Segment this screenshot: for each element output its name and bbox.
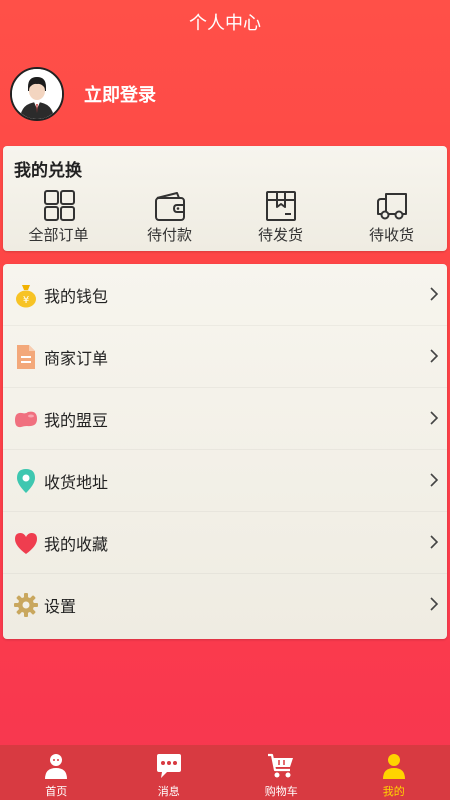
bottom-tab-bar: 首页 消息 购物车 我的 [0,745,450,800]
chevron-right-icon [430,597,439,611]
pending-shipment-button[interactable]: 待发货 [225,190,336,246]
box-icon [265,191,296,221]
menu-item-label: 我的盟豆 [44,411,109,430]
menu-item-label: 我的收藏 [44,535,109,554]
menu-item-label: 设置 [44,597,77,616]
chevron-right-icon [430,535,439,549]
exchange-item-label: 全部订单 [28,226,89,244]
menu-item-address[interactable]: 收货地址 [3,450,447,512]
menu-item-label: 商家订单 [44,349,109,368]
bean-icon [13,406,39,432]
order-status-grid: 全部订单 待付款 待发货 待收货 [3,190,447,246]
menu-item-merchant-orders[interactable]: 商家订单 [3,326,447,388]
svg-text:¥: ¥ [23,295,29,306]
chevron-right-icon [430,287,439,301]
heart-icon [13,530,39,556]
menu-item-label: 我的钱包 [44,287,109,306]
chevron-right-icon [430,473,439,487]
tab-cart[interactable]: 购物车 [225,745,338,800]
page-title: 个人中心 [189,13,261,34]
user-icon [382,754,405,779]
tab-messages[interactable]: 消息 [113,745,226,800]
login-link[interactable]: 立即登录 [84,81,156,107]
tab-label: 我的 [382,785,405,798]
tab-label: 购物车 [264,785,298,798]
document-icon [13,344,39,370]
tab-label: 消息 [157,785,180,798]
exchange-item-label: 待付款 [146,226,192,244]
top-header: 个人中心 [0,0,450,44]
location-pin-icon [13,468,39,494]
all-orders-button[interactable]: 全部订单 [3,190,114,246]
tab-label: 首页 [45,785,68,798]
menu-item-favorites[interactable]: 我的收藏 [3,512,447,574]
avatar[interactable] [10,67,64,121]
menu-item-label: 收货地址 [44,473,109,492]
my-exchange-card: 我的兑换 全部订单 待付款 待发货 待收货 [3,146,447,251]
tab-mine[interactable]: 我的 [338,745,450,800]
exchange-item-label: 待发货 [257,226,303,244]
avatar-person-icon [12,69,62,119]
section-title: 我的兑换 [14,161,82,181]
tab-home[interactable]: 首页 [0,745,113,800]
wallet-icon [154,192,185,221]
chevron-right-icon [430,349,439,363]
menu-item-wallet[interactable]: ¥ 我的钱包 [3,264,447,326]
menu-item-settings[interactable]: 设置 [3,574,447,636]
pending-payment-button[interactable]: 待付款 [114,190,225,246]
profile-section[interactable]: 立即登录 [10,66,156,122]
pending-receipt-button[interactable]: 待收货 [336,190,447,246]
money-bag-icon: ¥ [13,282,39,308]
exchange-item-label: 待收货 [368,226,414,244]
grid-icon [43,190,75,221]
truck-icon [376,193,407,220]
cart-icon [268,753,294,778]
menu-item-beans[interactable]: 我的盟豆 [3,388,447,450]
home-person-icon [45,754,68,779]
menu-card: ¥ 我的钱包 商家订单 我的盟豆 收货地址 我的收藏 设置 [3,264,447,639]
message-icon [156,754,181,778]
chevron-right-icon [430,411,439,425]
gear-icon [13,592,39,618]
